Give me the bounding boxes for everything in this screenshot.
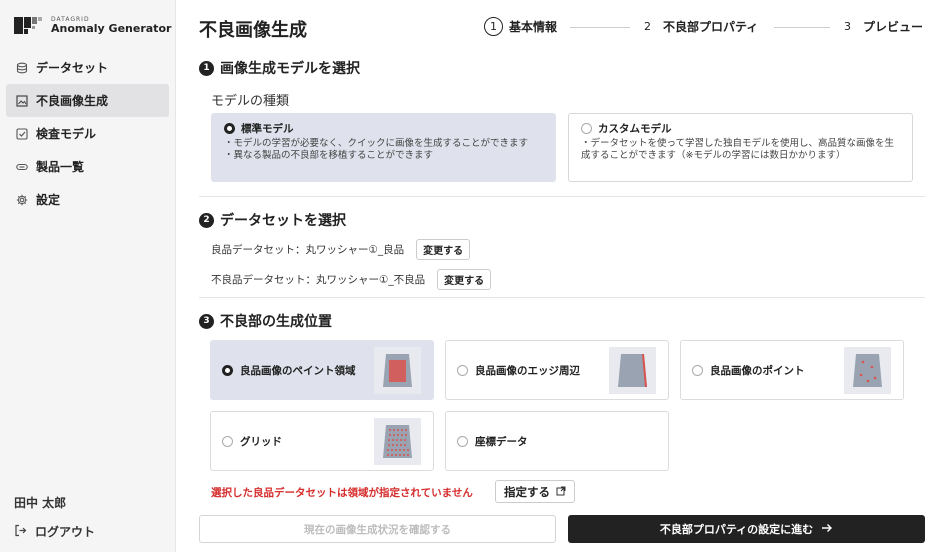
sidebar-item-products[interactable]: 製品一覧 [6, 150, 169, 183]
sidebar-item-label: 製品一覧 [36, 160, 85, 174]
image-icon [16, 94, 28, 107]
radio-selected-icon[interactable] [224, 123, 235, 134]
step-label: 不良部プロパティ [663, 20, 759, 34]
step-label: プレビュー [863, 20, 924, 34]
radio-icon[interactable] [222, 435, 233, 447]
database-icon [16, 62, 28, 74]
model-type-label: モデルの種類 [211, 94, 290, 109]
sidebar-item-label: 設定 [36, 193, 61, 207]
bad-dataset-text: 不良品データセット：丸ワッシャー①_不良品 [211, 274, 426, 286]
section-dataset-title: 2 データセットを選択 [199, 210, 346, 230]
position-option-label: 座標データ [475, 435, 528, 448]
brand-name: Anomaly Generator [51, 22, 172, 35]
sidebar-item-label: データセット [36, 61, 109, 75]
model-option-title: カスタムモデル [598, 123, 672, 135]
brand-logo[interactable]: DATAGRID Anomaly Generator [14, 16, 171, 35]
radio-icon[interactable] [581, 123, 592, 134]
section-number: 2 [199, 212, 214, 228]
section-position-title: 3 不良部の生成位置 [199, 311, 332, 331]
section-number: 3 [199, 313, 214, 329]
paint-area-thumbnail [374, 347, 421, 394]
model-option-custom[interactable]: カスタムモデル ・データセットを使って学習した独自モデルを使用し、高品質な画像を… [568, 113, 913, 182]
model-option-desc: ・データセットを使って学習した独自モデルを使用し、高品質な画像を生成することがで… [581, 138, 895, 161]
gear-icon [16, 194, 28, 206]
position-option-coordinates[interactable]: 座標データ [445, 411, 669, 471]
step-anomaly-properties[interactable]: 2 不良部プロパティ [638, 17, 758, 36]
logout-label: ログアウト [35, 525, 96, 539]
step-preview[interactable]: 3 プレビュー [838, 17, 923, 36]
step-number: 2 [644, 20, 651, 33]
external-link-icon [556, 485, 566, 499]
step-label: 基本情報 [509, 20, 558, 34]
position-option-label: 良品画像のペイント領域 [240, 364, 356, 377]
logo-mark-icon [14, 17, 44, 34]
link-icon [16, 161, 28, 173]
position-option-label: 良品画像のエッジ周辺 [475, 364, 580, 377]
step-connector [570, 27, 630, 28]
checkbox-icon [16, 127, 28, 140]
sidebar-nav: データセット 不良画像生成 検査モデル 製品一覧 設定 [6, 51, 169, 216]
logout-button[interactable]: ログアウト [14, 523, 95, 540]
position-option-label: 良品画像のポイント [710, 364, 805, 377]
step-basic-info[interactable]: 1 基本情報 [484, 17, 557, 36]
section-divider [199, 297, 925, 298]
radio-selected-icon[interactable] [222, 364, 233, 376]
progress-stepper: 1 基本情報 2 不良部プロパティ 3 プレビュー [484, 17, 929, 39]
step-connector [774, 27, 830, 28]
specify-label: 指定する [504, 484, 550, 499]
model-option-desc: ・モデルの学習が必要なく、クイックに画像を生成することができます ・異なる製品の… [224, 138, 529, 161]
grid-thumbnail [374, 418, 421, 465]
good-dataset-row: 良品データセット：丸ワッシャー①_良品 変更する [211, 239, 471, 260]
section-model-title: 1 画像生成モデルを選択 [199, 58, 360, 78]
arrow-right-icon [821, 523, 833, 536]
position-option-grid[interactable]: グリッド [210, 411, 434, 471]
user-name: 田中 太郎 [14, 496, 67, 510]
sidebar-item-label: 不良画像生成 [36, 94, 109, 108]
sidebar-item-settings[interactable]: 設定 [6, 183, 169, 216]
logout-icon [14, 524, 27, 540]
sidebar-item-inspection-model[interactable]: 検査モデル [6, 117, 169, 150]
position-option-edge[interactable]: 良品画像のエッジ周辺 [445, 340, 669, 400]
edge-thumbnail [609, 347, 656, 394]
model-option-standard[interactable]: 標準モデル ・モデルの学習が必要なく、クイックに画像を生成することができます ・… [211, 113, 556, 182]
position-option-paint-area[interactable]: 良品画像のペイント領域 [210, 340, 434, 400]
check-generation-status-button[interactable]: 現在の画像生成状況を確認する [199, 515, 556, 543]
sidebar-item-dataset[interactable]: データセット [6, 51, 169, 84]
model-option-title: 標準モデル [241, 123, 294, 135]
change-good-dataset-button[interactable]: 変更する [416, 239, 471, 260]
sidebar: DATAGRID Anomaly Generator データセット 不良画像生成… [0, 0, 176, 552]
page-title: 不良画像生成 [199, 20, 307, 41]
good-dataset-text: 良品データセット：丸ワッシャー①_良品 [211, 244, 405, 256]
radio-icon[interactable] [457, 435, 468, 447]
sidebar-item-anomaly-generation[interactable]: 不良画像生成 [6, 84, 169, 117]
section-number: 1 [199, 60, 214, 76]
next-step-button[interactable]: 不良部プロパティの設定に進む [568, 515, 925, 543]
dataset-region-warning: 選択した良品データセットは領域が指定されていません [211, 487, 473, 499]
radio-icon[interactable] [692, 364, 703, 376]
radio-icon[interactable] [457, 364, 468, 376]
position-option-point[interactable]: 良品画像のポイント [680, 340, 904, 400]
specify-region-button[interactable]: 指定する [495, 480, 575, 503]
step-number: 1 [484, 17, 503, 36]
position-option-label: グリッド [240, 435, 282, 448]
bad-dataset-row: 不良品データセット：丸ワッシャー①_不良品 変更する [211, 269, 492, 290]
section-title-text: 不良部の生成位置 [220, 314, 332, 330]
section-title-text: データセットを選択 [220, 213, 346, 229]
point-thumbnail [844, 347, 891, 394]
change-bad-dataset-button[interactable]: 変更する [437, 269, 492, 290]
section-title-text: 画像生成モデルを選択 [220, 61, 360, 77]
step-number: 3 [844, 20, 851, 33]
sidebar-item-label: 検査モデル [36, 127, 97, 141]
section-divider [199, 196, 925, 197]
next-step-label: 不良部プロパティの設定に進む [659, 523, 814, 536]
